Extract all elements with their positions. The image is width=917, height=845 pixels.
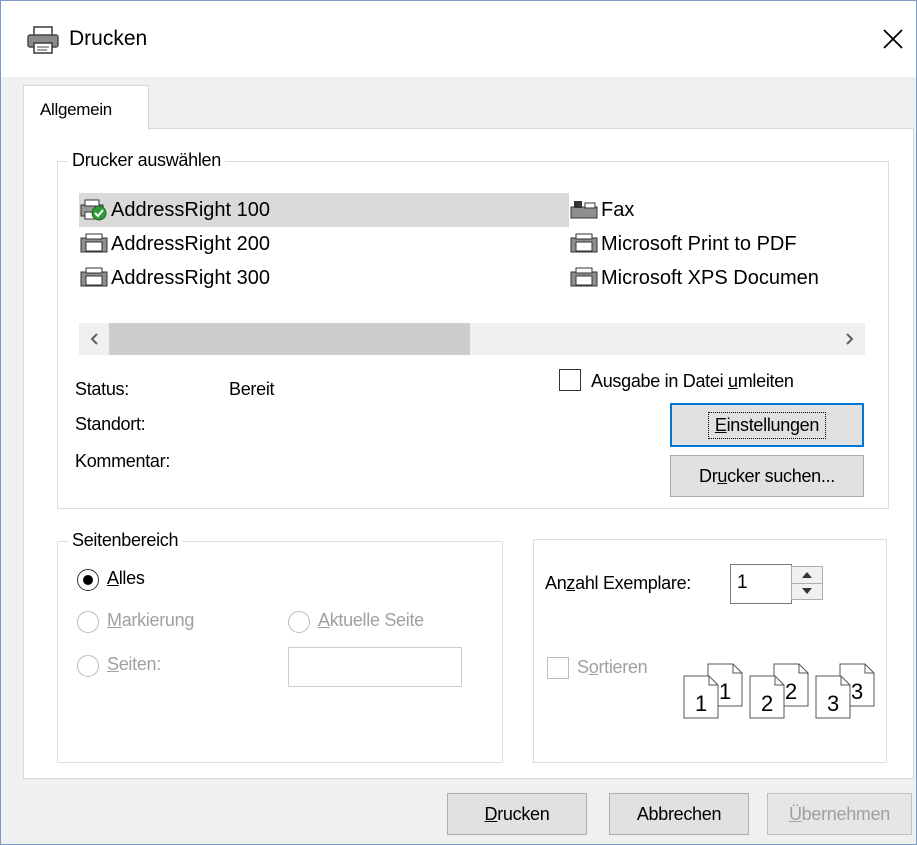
printer-name: Microsoft XPS Documen [601,266,819,289]
chevron-left-icon [90,333,98,345]
printer-name: Fax [601,198,635,221]
page-range-group-label: Seitenbereich [68,530,183,551]
status-label: Status: [75,379,129,399]
print-button[interactable]: Drucken [447,793,587,835]
range-all-radio[interactable] [77,569,99,591]
printer-icon [570,267,598,287]
status-value: Bereit [229,379,275,399]
range-pages-radio[interactable] [77,655,99,677]
copies-label: Anzahl Exemplare: [545,573,691,593]
printer-item-addressright-100[interactable]: AddressRight 100 [79,193,569,227]
find-printer-button[interactable]: Drucker suchen... [670,455,864,497]
cancel-button[interactable]: Abbrechen [609,793,749,835]
printer-default-icon [80,199,107,221]
printer-item-microsoft-print-to-pdf[interactable]: Microsoft Print to PDF [569,227,865,261]
spin-down-button[interactable] [792,583,822,599]
collate-page-front: 3 [815,675,851,719]
scroll-thumb[interactable] [109,323,470,355]
printer-icon [80,233,108,253]
printer-name: AddressRight 100 [111,198,270,221]
print-to-file-label[interactable]: Ausgabe in Datei umleiten [591,371,794,392]
printer-item-addressright-300[interactable]: AddressRight 300 [79,261,569,295]
printer-group-label: Drucker auswählen [68,150,225,171]
copies-spinner[interactable] [791,566,823,600]
close-button[interactable] [875,21,911,57]
scroll-left-button[interactable] [79,323,109,355]
printer-name: AddressRight 300 [111,266,270,289]
chevron-right-icon [846,333,854,345]
tab-label: Allgemein [40,100,112,119]
printer-name: Microsoft Print to PDF [601,232,797,255]
collate-page-front: 2 [749,675,785,719]
printer-item-microsoft-xps[interactable]: Microsoft XPS Documen [569,261,865,295]
triangle-up-icon [802,572,812,578]
printer-icon [570,233,598,253]
printer-name: AddressRight 200 [111,232,270,255]
print-dialog: Drucken Allgemein Drucker auswählen Addr… [0,0,917,845]
spin-up-button[interactable] [792,567,822,584]
horizontal-scrollbar[interactable] [79,323,865,355]
pages-input[interactable] [288,647,462,687]
title-bar: Drucken [1,1,916,77]
copies-input[interactable]: 1 [730,564,792,604]
tab-allgemein[interactable]: Allgemein [23,85,149,130]
print-to-file-checkbox[interactable] [559,369,581,391]
close-icon [883,29,903,49]
range-selection-radio[interactable] [77,611,99,633]
range-all-label[interactable]: Alles [107,568,145,589]
printer-list[interactable]: AddressRight 100 AddressRight 200 Addres… [79,189,865,355]
printer-item-addressright-200[interactable]: AddressRight 200 [79,227,569,261]
settings-button[interactable]: Einstellungen [670,403,864,447]
comment-label: Kommentar: [75,451,171,471]
range-current-label[interactable]: Aktuelle Seite [318,610,424,631]
scroll-right-button[interactable] [835,323,865,355]
printer-item-fax[interactable]: Fax [569,193,865,227]
collate-page-front: 1 [683,675,719,719]
triangle-down-icon [802,588,812,594]
printer-icon [27,26,59,54]
collate-label[interactable]: Sortieren [577,657,648,678]
window-title: Drucken [69,27,148,50]
fax-icon [570,201,598,219]
location-label: Standort: [75,414,146,434]
range-pages-label[interactable]: Seiten: [107,654,161,675]
printer-icon [80,267,108,287]
collate-checkbox[interactable] [547,657,569,679]
range-current-radio[interactable] [288,611,310,633]
range-selection-label[interactable]: Markierung [107,610,194,631]
apply-button[interactable]: Übernehmen [767,793,912,835]
